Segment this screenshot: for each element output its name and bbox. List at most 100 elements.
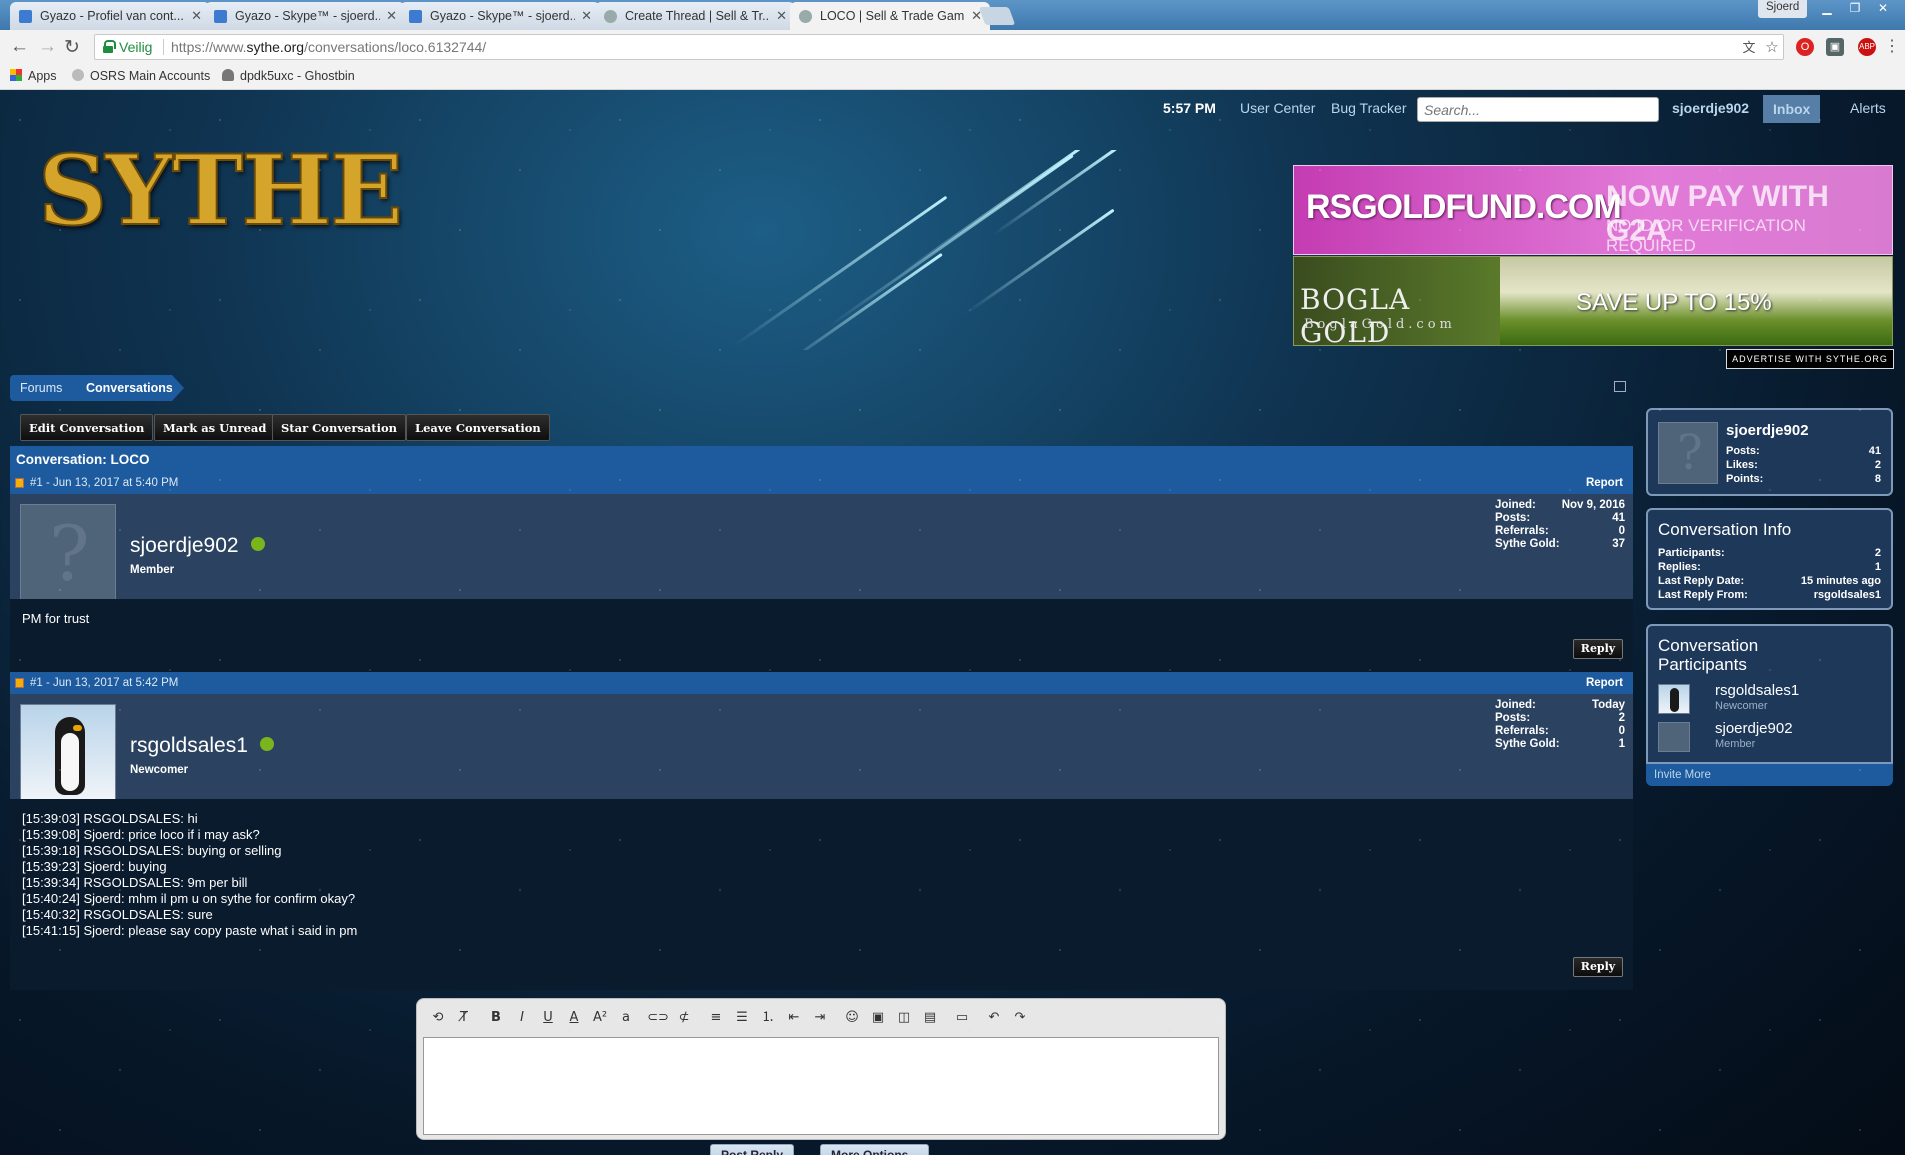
close-tab-icon[interactable]: ✕ xyxy=(581,8,592,24)
browser-tab-1[interactable]: Gyazo - Profiel van cont... ✕ xyxy=(10,2,210,30)
outdent-icon[interactable]: ⇤ xyxy=(783,1007,805,1029)
underline-icon[interactable]: U xyxy=(537,1007,559,1029)
extension-off-icon[interactable]: ▣ xyxy=(1826,38,1844,56)
stat-label: Referrals: xyxy=(1495,525,1549,537)
remove-format-icon[interactable]: T̸ xyxy=(453,1007,475,1029)
rsgoldfund-banner-ad[interactable]: RSGOLDFUND.COM NOW PAY WITH G2A NO ID OR… xyxy=(1293,165,1893,255)
gyazo-favicon-icon xyxy=(214,10,227,23)
back-icon[interactable]: ← xyxy=(10,36,29,58)
ad-brand: BOGLA GOLD xyxy=(1300,283,1411,346)
info-value[interactable]: rsgoldsales1 xyxy=(1814,588,1881,602)
leave-conversation-button[interactable]: Leave Conversation xyxy=(406,414,550,441)
search-input[interactable] xyxy=(1417,97,1659,122)
report-link[interactable]: Report xyxy=(1586,477,1623,489)
maximize-icon[interactable]: ❐ xyxy=(1842,0,1868,18)
ad-subtext: NO ID OR VERIFICATION REQUIRED xyxy=(1606,216,1806,255)
star-conversation-button[interactable]: Star Conversation xyxy=(272,414,407,441)
align-icon[interactable]: ≡ xyxy=(705,1007,727,1029)
account-username-link[interactable]: sjoerdje902 xyxy=(1672,100,1749,116)
reply-text-area[interactable] xyxy=(423,1037,1219,1135)
participant-name[interactable]: sjoerdje902 xyxy=(1715,720,1793,737)
breadcrumb-conversations[interactable]: Conversations xyxy=(76,375,184,401)
sythe-logo[interactable]: SYTHE xyxy=(30,130,404,280)
browser-tab-3[interactable]: Gyazo - Skype™ - sjoerd... ✕ xyxy=(400,2,600,30)
italic-icon[interactable]: I xyxy=(511,1007,533,1029)
address-bar: ← → ↻ Veilig https://www.sythe.org/conve… xyxy=(0,30,1905,64)
window-profile-name[interactable]: Sjoerd xyxy=(1758,0,1808,18)
bold-icon[interactable]: B xyxy=(485,1007,507,1029)
participant-avatar[interactable] xyxy=(1658,684,1690,714)
opera-extension-icon[interactable]: O xyxy=(1796,38,1814,56)
forward-icon[interactable]: → xyxy=(38,36,57,58)
smilie-icon[interactable]: ☺ xyxy=(841,1007,863,1029)
participant-name[interactable]: rsgoldsales1 xyxy=(1715,682,1799,699)
adblock-plus-icon[interactable]: ABP xyxy=(1858,38,1876,56)
user-center-link[interactable]: User Center xyxy=(1240,100,1315,116)
new-tab-button[interactable] xyxy=(978,7,1016,25)
close-tab-icon[interactable]: ✕ xyxy=(776,8,787,24)
bug-tracker-link[interactable]: Bug Tracker xyxy=(1331,100,1406,116)
avatar[interactable] xyxy=(20,704,116,800)
image-icon[interactable]: ▣ xyxy=(867,1007,889,1029)
insert-icon[interactable]: ▤ xyxy=(919,1007,941,1029)
bookmark-label: dpdk5uxc - Ghostbin xyxy=(240,69,355,83)
mark-as-unread-button[interactable]: Mark as Unread xyxy=(154,414,276,441)
edit-conversation-button[interactable]: Edit Conversation xyxy=(20,414,154,441)
save-draft-icon[interactable]: ▭ xyxy=(951,1007,973,1029)
popout-icon[interactable] xyxy=(1614,381,1626,392)
minimize-icon[interactable]: ▁ xyxy=(1814,0,1840,18)
close-tab-icon[interactable]: ✕ xyxy=(191,8,202,24)
breadcrumb-forums[interactable]: Forums xyxy=(10,375,78,401)
reply-button[interactable]: Reply xyxy=(1573,957,1623,977)
browser-tab-2[interactable]: Gyazo - Skype™ - sjoerd... ✕ xyxy=(205,2,405,30)
username-link[interactable]: rsgoldsales1 xyxy=(130,734,274,758)
post-reply-button[interactable]: Post Reply xyxy=(710,1144,795,1155)
numbered-list-icon[interactable]: ⒈ xyxy=(757,1007,779,1029)
more-options-button[interactable]: More Options... xyxy=(820,1144,930,1155)
close-window-icon[interactable]: ✕ xyxy=(1870,0,1896,18)
boglagold-banner-ad[interactable]: BOGLA GOLD BoglaGold.com SAVE UP TO 15% xyxy=(1293,256,1893,346)
participant-avatar[interactable] xyxy=(1658,722,1690,752)
invite-more-link[interactable]: Invite More xyxy=(1646,764,1893,786)
conversation-info-rows: Participants: 2 Replies: 1 Last Reply Date… xyxy=(1658,546,1881,602)
font-color-icon[interactable]: A xyxy=(563,1007,585,1029)
browser-menu-icon[interactable]: ⋮ xyxy=(1884,36,1900,56)
participant-title: Member xyxy=(1715,738,1756,750)
browser-tab-5-active[interactable]: LOCO | Sell & Trade Gam... ✕ xyxy=(790,2,990,30)
reply-button[interactable]: Reply xyxy=(1573,639,1623,659)
sidebar-username-link[interactable]: sjoerdje902 xyxy=(1726,422,1809,439)
url-field[interactable]: Veilig https://www.sythe.org/conversatio… xyxy=(94,34,1784,60)
media-icon[interactable]: ◫ xyxy=(893,1007,915,1029)
font-size-icon[interactable]: A² xyxy=(589,1007,611,1029)
indent-icon[interactable]: ⇥ xyxy=(809,1007,831,1029)
redo-icon[interactable]: ↷ xyxy=(1009,1007,1031,1029)
unlink-icon[interactable]: ⊄ xyxy=(673,1007,695,1029)
toggle-bbcode-icon[interactable]: ⟲ xyxy=(427,1007,449,1029)
sidebar-avatar[interactable] xyxy=(1658,422,1718,484)
browser-tab-4[interactable]: Create Thread | Sell & Tr... ✕ xyxy=(595,2,795,30)
url-text[interactable]: https://www.sythe.org/conversations/loco… xyxy=(171,39,486,55)
bookmark-osrs-main-accounts[interactable]: OSRS Main Accounts xyxy=(72,69,210,83)
stat-value: 8 xyxy=(1874,473,1881,485)
undo-icon[interactable]: ↶ xyxy=(983,1007,1005,1029)
translate-icon[interactable]: 文 xyxy=(1740,39,1758,57)
browser-tab-bar: Gyazo - Profiel van cont... ✕ Gyazo - Sk… xyxy=(0,0,1905,30)
font-family-icon[interactable]: a xyxy=(615,1007,637,1029)
alerts-link[interactable]: Alerts xyxy=(1850,100,1886,116)
bullet-list-icon[interactable]: ☰ xyxy=(731,1007,753,1029)
ad-brand: RSGOLDFUND.COM xyxy=(1306,188,1622,226)
advertise-link[interactable]: ADVERTISE WITH SYTHE.ORG xyxy=(1726,349,1894,369)
bookmark-star-icon[interactable]: ☆ xyxy=(1763,39,1781,57)
avatar[interactable] xyxy=(20,504,116,600)
close-tab-icon[interactable]: ✕ xyxy=(386,8,397,24)
ad-brand-panel: BOGLA GOLD BoglaGold.com xyxy=(1294,257,1500,346)
bookmark-apps[interactable]: Apps xyxy=(10,69,57,83)
report-link[interactable]: Report xyxy=(1586,677,1623,689)
link-icon[interactable]: ⊂⊃ xyxy=(647,1007,669,1029)
reload-icon[interactable]: ↻ xyxy=(64,36,80,59)
bookmark-ghostbin[interactable]: dpdk5uxc - Ghostbin xyxy=(222,69,355,83)
inbox-link[interactable]: Inbox xyxy=(1763,95,1821,123)
stat-value: 0 xyxy=(1618,525,1625,537)
username-link[interactable]: sjoerdje902 xyxy=(130,534,265,558)
user-stats: Joined: Nov 9, 2016 Posts: 41 Referrals: 0 … xyxy=(1495,499,1625,551)
